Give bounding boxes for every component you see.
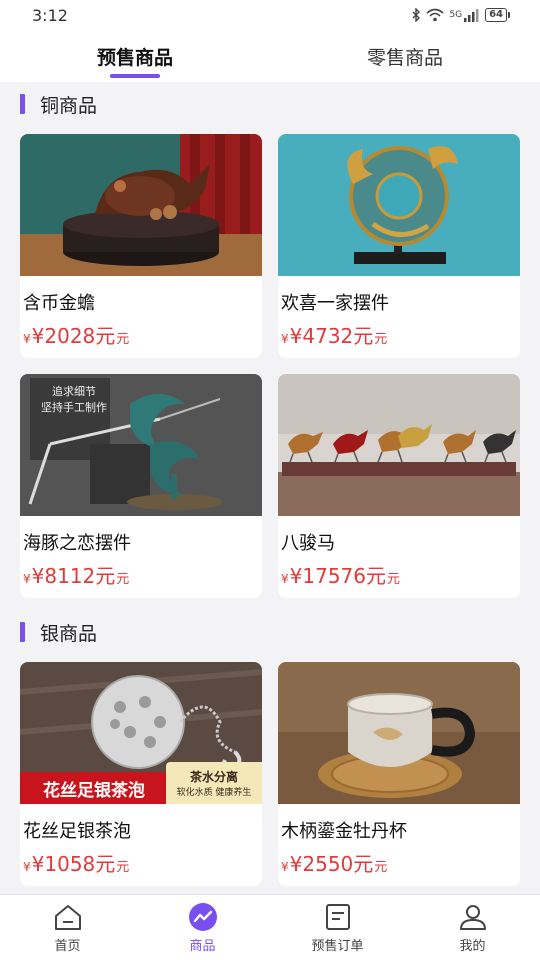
price-amount: ¥4732元: [289, 324, 374, 348]
product-name: 欢喜一家摆件: [281, 293, 389, 314]
product-list[interactable]: 铜商品 含币金蟾 ¥ ¥2028元 元 欢喜一家摆件 ¥ ¥4732元 元 追求…: [0, 82, 540, 894]
product-price: ¥ ¥8112元 元: [20, 554, 262, 589]
product-card[interactable]: 含币金蟾 ¥ ¥2028元 元: [20, 134, 262, 358]
product-price: ¥ ¥4732元 元: [278, 314, 520, 349]
product-grid-silver: 花丝足银茶泡 茶水分离 软化水质 健康养生 花丝足银茶泡 ¥ ¥1058元 元: [0, 654, 540, 894]
product-card[interactable]: 追求细节 坚持手工制作 海豚之恋摆件 ¥ ¥8112元 元: [20, 374, 262, 598]
section-title-copper: 铜商品: [0, 82, 540, 126]
product-image-tea-infuser: 花丝足银茶泡 茶水分离 软化水质 健康养生: [20, 662, 262, 804]
product-price: ¥ ¥2028元 元: [20, 314, 262, 349]
section-title-silver: 银商品: [0, 610, 540, 654]
product-name: 木柄鎏金牡丹杯: [281, 821, 407, 842]
status-icons: 5G 64: [411, 8, 510, 22]
price-unit: 元: [387, 572, 401, 587]
nav-mine-label: 我的: [459, 938, 486, 954]
product-image-silver-cup: [278, 662, 520, 804]
order-icon: [325, 903, 350, 930]
section-title-text: 铜商品: [40, 94, 98, 117]
network-label: 5G: [449, 10, 463, 20]
price-amount: ¥2028元: [31, 324, 116, 348]
price-currency: ¥: [281, 860, 289, 874]
product-image-horses: [278, 374, 520, 516]
price-unit: 元: [116, 332, 130, 347]
price-currency: ¥: [281, 572, 289, 586]
image-banner: 花丝足银茶泡: [20, 772, 168, 804]
wifi-icon: [426, 8, 444, 22]
nav-presale-orders-label: 预售订单: [311, 938, 364, 954]
price-amount: ¥17576元: [289, 564, 386, 588]
product-image-fish-ornament: [278, 134, 520, 276]
product-name: 花丝足银茶泡: [23, 821, 131, 842]
product-image-toad: [20, 134, 262, 276]
price-currency: ¥: [23, 332, 31, 346]
product-image-dolphins: 追求细节 坚持手工制作: [20, 374, 262, 516]
nav-home-label: 首页: [54, 938, 81, 954]
section-marker: [20, 622, 25, 642]
price-currency: ¥: [23, 572, 31, 586]
active-tab-indicator: [110, 74, 160, 78]
price-amount: ¥2550元: [289, 852, 374, 876]
bluetooth-icon: [412, 8, 421, 22]
product-card[interactable]: 木柄鎏金牡丹杯 ¥ ¥2550元 元: [278, 662, 520, 886]
section-marker: [20, 94, 25, 114]
product-price: ¥ ¥1058元 元: [20, 842, 262, 877]
category-tabs: 预售商品 零售商品: [0, 30, 540, 82]
price-unit: 元: [116, 860, 130, 875]
image-tag: 茶水分离 软化水质 健康养生: [166, 762, 262, 804]
nav-presale-orders[interactable]: 预售订单: [270, 895, 405, 960]
product-name: 含币金蟾: [23, 293, 95, 314]
section-title-text: 银商品: [40, 622, 98, 645]
battery-icon: 64: [485, 8, 510, 22]
signal-icon: [464, 9, 479, 22]
status-bar: 3:12 5G 64: [0, 0, 540, 30]
product-name: 八骏马: [281, 533, 335, 554]
product-card[interactable]: 八骏马 ¥ ¥17576元 元: [278, 374, 520, 598]
nav-mine[interactable]: 我的: [405, 895, 540, 960]
product-grid-copper: 含币金蟾 ¥ ¥2028元 元 欢喜一家摆件 ¥ ¥4732元 元 追求细节 坚…: [0, 126, 540, 598]
tab-retail[interactable]: 零售商品: [270, 30, 540, 82]
bottom-navigation: 首页 商品 预售订单 我的: [0, 894, 540, 960]
tab-retail-label: 零售商品: [366, 46, 443, 69]
price-amount: ¥8112元: [31, 564, 116, 588]
price-amount: ¥1058元: [31, 852, 116, 876]
product-name: 海豚之恋摆件: [23, 533, 131, 554]
product-card[interactable]: 欢喜一家摆件 ¥ ¥4732元 元: [278, 134, 520, 358]
home-icon: [54, 904, 81, 930]
price-unit: 元: [374, 332, 388, 347]
price-unit: 元: [116, 572, 130, 587]
nav-products-label: 商品: [189, 938, 216, 954]
price-unit: 元: [374, 860, 388, 875]
nav-products[interactable]: 商品: [135, 895, 270, 960]
status-time: 3:12: [32, 5, 68, 25]
trend-icon: [188, 902, 217, 931]
image-caption: 追求细节: [52, 385, 96, 398]
price-currency: ¥: [23, 860, 31, 874]
image-caption: 坚持手工制作: [41, 401, 107, 414]
tab-presale-label: 预售商品: [96, 46, 173, 69]
price-currency: ¥: [281, 332, 289, 346]
battery-level: 64: [485, 8, 507, 22]
product-card[interactable]: 花丝足银茶泡 茶水分离 软化水质 健康养生 花丝足银茶泡 ¥ ¥1058元 元: [20, 662, 262, 886]
tab-presale[interactable]: 预售商品: [0, 30, 270, 82]
nav-home[interactable]: 首页: [0, 895, 135, 960]
product-price: ¥ ¥2550元 元: [278, 842, 520, 877]
product-price: ¥ ¥17576元 元: [278, 554, 520, 589]
user-icon: [459, 904, 486, 930]
